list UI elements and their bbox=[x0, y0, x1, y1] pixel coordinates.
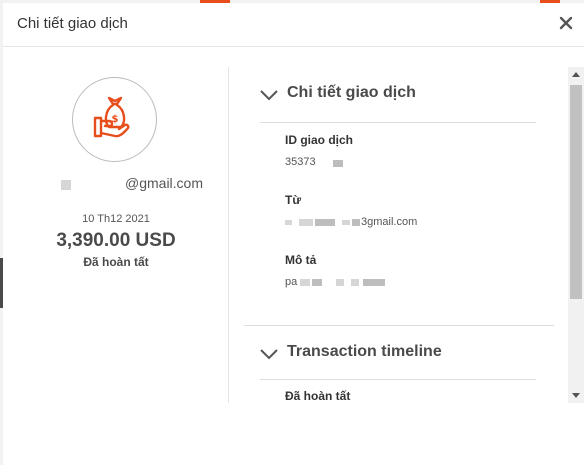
from-value: 3gmail.com bbox=[285, 216, 485, 230]
transaction-amount: 3,390.00 USD bbox=[56, 230, 176, 251]
details-scrollbar[interactable] bbox=[568, 67, 584, 403]
redaction-block bbox=[342, 220, 350, 225]
description-value: pa bbox=[285, 276, 485, 290]
avatar: $ bbox=[72, 77, 157, 162]
divider bbox=[260, 122, 536, 123]
redaction-block bbox=[333, 160, 343, 167]
description-text: pa bbox=[285, 276, 298, 288]
redaction-block bbox=[61, 180, 71, 190]
email-suffix: @gmail.com bbox=[125, 175, 204, 191]
status-badge: Đã hoàn tất bbox=[83, 255, 149, 269]
modal-title: Chi tiết giao dịch bbox=[17, 15, 128, 32]
chevron-down-icon bbox=[260, 349, 278, 360]
timeline-status: Đã hoàn tất bbox=[285, 389, 351, 403]
modal-header: Chi tiết giao dịch bbox=[3, 3, 584, 47]
close-button[interactable] bbox=[556, 12, 576, 34]
redaction-block bbox=[363, 279, 385, 286]
transaction-detail-modal: Chi tiết giao dịch $ @gmail.com 10 Th12 … bbox=[3, 3, 584, 465]
from-label: Từ bbox=[285, 193, 302, 207]
svg-text:$: $ bbox=[112, 114, 119, 125]
divider bbox=[244, 325, 554, 326]
transaction-summary: $ @gmail.com 10 Th12 2021 3,390.00 USD Đ… bbox=[3, 67, 229, 403]
redaction-block bbox=[352, 219, 360, 226]
scroll-thumb[interactable] bbox=[570, 85, 582, 299]
redaction-block bbox=[351, 279, 359, 286]
redaction-block bbox=[285, 220, 292, 225]
money-bag-hand-icon: $ bbox=[93, 96, 130, 138]
section-toggle-timeline[interactable]: Transaction timeline bbox=[260, 343, 480, 367]
transaction-id-text: 35373 bbox=[285, 156, 316, 168]
close-icon bbox=[559, 16, 573, 30]
transaction-id-label: ID giao dịch bbox=[285, 133, 354, 147]
from-email-suffix: 3gmail.com bbox=[361, 216, 418, 228]
chevron-down-icon bbox=[260, 90, 278, 101]
redaction-block bbox=[299, 219, 313, 226]
section-title-timeline: Transaction timeline bbox=[287, 343, 442, 360]
scroll-up-icon[interactable] bbox=[572, 71, 580, 79]
section-toggle-details[interactable]: Chi tiết giao dịch bbox=[260, 84, 460, 108]
transaction-id-value: 35373 bbox=[285, 156, 485, 170]
divider bbox=[260, 379, 536, 380]
description-label: Mô tả bbox=[285, 253, 317, 267]
redaction-block bbox=[300, 279, 310, 286]
transaction-date: 10 Th12 2021 bbox=[82, 213, 150, 225]
scroll-down-icon[interactable] bbox=[572, 391, 580, 399]
sender-email: @gmail.com bbox=[55, 175, 225, 193]
redaction-block bbox=[336, 279, 344, 286]
redaction-block bbox=[312, 279, 322, 286]
transaction-details: Chi tiết giao dịch ID giao dịch 35373 Từ… bbox=[244, 67, 568, 403]
section-title-details: Chi tiết giao dịch bbox=[287, 84, 416, 101]
redaction-block bbox=[315, 219, 335, 226]
